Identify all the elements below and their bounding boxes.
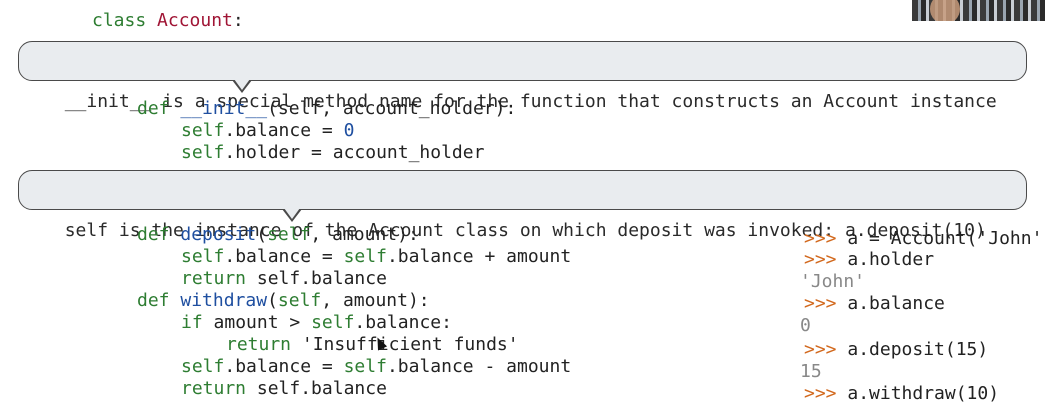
repl-command: a.balance [836,293,945,314]
init-balance-line: self.balance = 0 [181,120,354,142]
withdraw-def-line: def withdraw(self, amount): [137,290,430,312]
return-value: self.balance [246,378,387,399]
webcam-overlay [912,0,1045,21]
if-condition-b: .balance: [354,312,452,333]
return-value: self.balance [246,268,387,289]
insufficient-string: 'Insufficient funds' [291,334,519,355]
withdraw-body-line: self.balance = self.balance - amount [181,356,571,378]
withdraw-insufficient-line: return 'Insufficient funds' [226,334,519,356]
repl-line-5: >>> a.withdraw(10) [804,383,999,405]
init-callout-pointer [232,78,252,93]
self-callout: self is the instance of the Account clas… [18,170,1027,241]
repl-output-3: 0 [800,315,811,336]
init-holder-line: self.holder = account_holder [181,142,484,164]
repl-line-3: >>> a.balance [804,293,945,315]
self-keyword: self [181,142,225,163]
self-keyword: self [343,356,387,377]
deposit-assign-a: .balance = [224,246,344,267]
repl-prompt: >>> [804,383,837,404]
repl-prompt: >>> [804,293,837,314]
init-params: (self, account_holder): [267,98,517,119]
return-keyword: return [181,268,247,289]
repl-line-1: >>> a = Account('John' [804,228,1042,250]
deposit-body-line: self.balance = self.balance + amount [181,246,571,268]
balance-assign: .balance = [224,120,344,141]
class-colon: : [232,10,244,31]
withdraw-return-line: return self.balance [181,378,387,400]
self-keyword: self [181,356,225,377]
repl-prompt: >>> [804,339,837,360]
class-name: Account [157,10,233,31]
repl-output-4: 15 [800,361,822,382]
repl-command: a.holder [836,249,935,270]
withdraw-method-name: withdraw [180,290,268,311]
paren-open: ( [267,290,278,311]
holder-assign: .holder = account_holder [224,142,485,163]
class-declaration: class Account: [92,10,244,32]
def-keyword: def [137,290,170,311]
deposit-method-name: deposit [180,224,257,245]
init-callout: __init__ is a special method name for th… [18,41,1027,112]
paren-open: ( [256,224,268,245]
self-callout-pointer [282,207,302,222]
class-keyword: class [92,10,147,31]
deposit-params: , amount): [310,224,419,245]
def-keyword: def [137,224,170,245]
repl-command: a.withdraw(10) [836,383,1000,404]
self-keyword: self [267,224,311,245]
if-condition-a: amount > [202,312,312,333]
repl-output-2: 'John' [800,271,866,292]
return-keyword: return [226,334,292,355]
return-keyword: return [181,378,247,399]
presenter-face [930,0,960,21]
withdraw-params: , amount): [321,290,430,311]
withdraw-if-line: if amount > self.balance: [181,312,452,334]
self-keyword: self [343,246,387,267]
deposit-assign-b: .balance + amount [386,246,572,267]
repl-prompt: >>> [804,228,837,249]
zero-literal: 0 [343,120,355,141]
def-keyword: def [137,98,170,119]
self-keyword: self [181,120,225,141]
repl-command: a.deposit(15) [836,339,989,360]
repl-line-4: >>> a.deposit(15) [804,339,988,361]
deposit-return-line: return self.balance [181,268,387,290]
repl-line-2: >>> a.holder [804,249,934,271]
if-keyword: if [181,312,203,333]
self-keyword: self [181,246,225,267]
deposit-def-line: def deposit(self, amount): [137,224,419,246]
repl-prompt: >>> [804,249,837,270]
withdraw-assign-a: .balance = [224,356,344,377]
self-keyword: self [277,290,322,311]
withdraw-assign-b: .balance - amount [386,356,572,377]
init-def-line: def __init__(self, account_holder): [137,98,516,120]
self-keyword: self [311,312,355,333]
init-method-name: __init__ [180,98,268,119]
repl-command: a = Account('John' [836,228,1043,249]
